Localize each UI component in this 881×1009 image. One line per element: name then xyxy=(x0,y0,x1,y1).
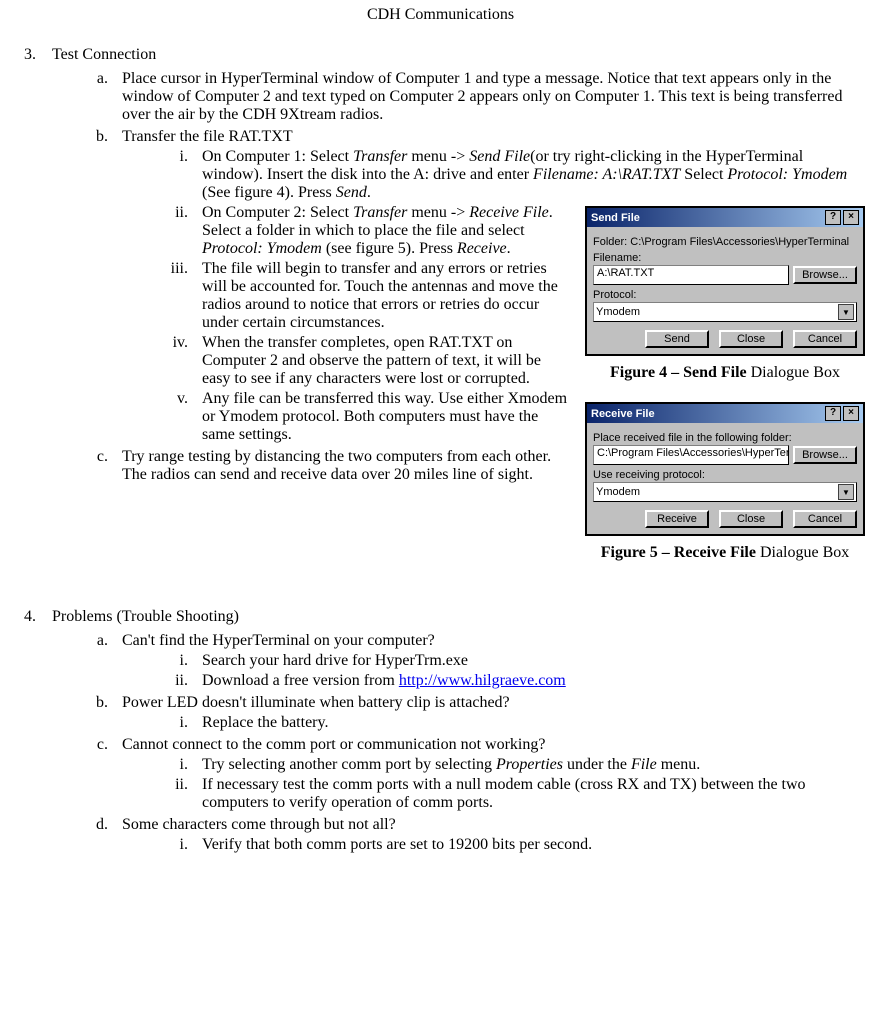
hilgraeve-link[interactable]: http://www.hilgraeve.com xyxy=(399,672,566,689)
t: Can't find the HyperTerminal on your com… xyxy=(122,632,435,649)
protocol-value: Ymodem xyxy=(596,486,640,498)
folder-input[interactable]: C:\Program Files\Accessories\HyperTermin… xyxy=(593,445,789,465)
figure-4: Send File ? × Folder: C:\Program Files\A… xyxy=(585,206,865,382)
chevron-down-icon[interactable]: ▼ xyxy=(838,484,854,500)
protocol-select[interactable]: Ymodem ▼ xyxy=(593,302,857,322)
t: Receive xyxy=(457,240,507,257)
item-4c-i: Try selecting another comm port by selec… xyxy=(192,756,865,774)
dialog-title: Receive File xyxy=(591,408,655,420)
item-3b: Transfer the file RAT.TXT On Computer 1:… xyxy=(112,128,865,444)
item-4b-i: Replace the battery. xyxy=(192,714,865,732)
t: Dialogue Box xyxy=(747,364,840,381)
item-3b-title: Transfer the file RAT.TXT xyxy=(122,128,293,145)
section-3-title: Test Connection xyxy=(52,46,156,63)
item-4c-sublist: Try selecting another comm port by selec… xyxy=(122,756,865,812)
protocol-label: Protocol: xyxy=(593,289,857,301)
t: menu. xyxy=(657,756,701,773)
t: menu -> xyxy=(407,204,469,221)
t: Send File xyxy=(469,148,530,165)
item-4a: Can't find the HyperTerminal on your com… xyxy=(112,632,865,690)
item-4b: Power LED doesn't illuminate when batter… xyxy=(112,694,865,732)
filename-label: Filename: xyxy=(593,252,857,264)
receive-button[interactable]: Receive xyxy=(645,510,709,528)
item-4a-i: Search your hard drive for HyperTrm.exe xyxy=(192,652,865,670)
dialog-body: Folder: C:\Program Files\Accessories\Hyp… xyxy=(587,227,863,354)
t: Receive File xyxy=(469,204,549,221)
chevron-down-icon[interactable]: ▼ xyxy=(838,304,854,320)
section-4-title: Problems (Trouble Shooting) xyxy=(52,608,239,625)
browse-button[interactable]: Browse... xyxy=(793,446,857,464)
t: Properties xyxy=(496,756,563,773)
t: On Computer 2: Select xyxy=(202,204,353,221)
t: Protocol: Ymodem xyxy=(202,240,322,257)
send-button[interactable]: Send xyxy=(645,330,709,348)
receive-file-dialog: Receive File ? × Place received file in … xyxy=(585,402,865,536)
t: Protocol: Ymodem xyxy=(727,166,847,183)
t: Transfer xyxy=(353,148,407,165)
close-dialog-button[interactable]: Close xyxy=(719,510,783,528)
help-button[interactable]: ? xyxy=(825,406,841,421)
t: (See figure 4). Press xyxy=(202,184,336,201)
dialog-body: Place received file in the following fol… xyxy=(587,423,863,534)
browse-button[interactable]: Browse... xyxy=(793,266,857,284)
t: Transfer xyxy=(353,204,407,221)
t: under the xyxy=(563,756,631,773)
dialog-titlebar: Send File ? × xyxy=(587,208,863,227)
item-3a: Place cursor in HyperTerminal window of … xyxy=(112,70,865,124)
t: (see figure 5). Press xyxy=(322,240,457,257)
t: Try selecting another comm port by selec… xyxy=(202,756,496,773)
dialog-title: Send File xyxy=(591,212,640,224)
item-4a-sublist: Search your hard drive for HyperTrm.exe … xyxy=(122,652,865,690)
item-4c-ii: If necessary test the comm ports with a … xyxy=(192,776,865,812)
send-file-dialog: Send File ? × Folder: C:\Program Files\A… xyxy=(585,206,865,356)
t: . xyxy=(367,184,371,201)
t: Some characters come through but not all… xyxy=(122,816,396,833)
t: Filename: A:\RAT.TXT xyxy=(533,166,680,183)
item-3b-sublist: On Computer 1: Select Transfer menu -> S… xyxy=(122,148,865,444)
item-4a-ii: Download a free version from http://www.… xyxy=(192,672,865,690)
item-3b-i: On Computer 1: Select Transfer menu -> S… xyxy=(192,148,865,202)
section-4: Problems (Trouble Shooting) Can't find t… xyxy=(40,608,865,854)
t: Power LED doesn't illuminate when batter… xyxy=(122,694,510,711)
section-4-sublist: Can't find the HyperTerminal on your com… xyxy=(52,632,865,854)
t: Dialogue Box xyxy=(756,544,849,561)
t: Cannot connect to the comm port or commu… xyxy=(122,736,545,753)
protocol-label: Use receiving protocol: xyxy=(593,469,857,481)
t: Figure 5 – Receive File xyxy=(601,544,756,561)
item-4b-sublist: Replace the battery. xyxy=(122,714,865,732)
t: On Computer 1: Select xyxy=(202,148,353,165)
folder-label: Place received file in the following fol… xyxy=(593,432,857,444)
figure-5-caption: Figure 5 – Receive File Dialogue Box xyxy=(585,544,865,562)
t: menu -> xyxy=(407,148,469,165)
figure-4-caption: Figure 4 – Send File Dialogue Box xyxy=(585,364,865,382)
t: . xyxy=(507,240,511,257)
help-button[interactable]: ? xyxy=(825,210,841,225)
section-3: Test Connection Place cursor in HyperTer… xyxy=(40,46,865,590)
figure-5: Receive File ? × Place received file in … xyxy=(585,402,865,562)
filename-input[interactable]: A:\RAT.TXT xyxy=(593,265,789,285)
item-3b-ii: Send File ? × Folder: C:\Program Files\A… xyxy=(192,204,865,258)
dialog-titlebar: Receive File ? × xyxy=(587,404,863,423)
t: Figure 4 – Send File xyxy=(610,364,747,381)
item-4d-sublist: Verify that both comm ports are set to 1… xyxy=(122,836,865,854)
t: Select xyxy=(680,166,727,183)
protocol-select[interactable]: Ymodem ▼ xyxy=(593,482,857,502)
folder-label: Folder: C:\Program Files\Accessories\Hyp… xyxy=(593,236,857,248)
close-button[interactable]: × xyxy=(843,210,859,225)
item-4c: Cannot connect to the comm port or commu… xyxy=(112,736,865,812)
item-4d-i: Verify that both comm ports are set to 1… xyxy=(192,836,865,854)
cancel-button[interactable]: Cancel xyxy=(793,510,857,528)
page-title: CDH Communications xyxy=(16,6,865,24)
item-4d: Some characters come through but not all… xyxy=(112,816,865,854)
close-dialog-button[interactable]: Close xyxy=(719,330,783,348)
section-3-sublist: Place cursor in HyperTerminal window of … xyxy=(52,70,865,484)
t: Send xyxy=(336,184,367,201)
figures-column: Send File ? × Folder: C:\Program Files\A… xyxy=(585,206,865,582)
main-list: Test Connection Place cursor in HyperTer… xyxy=(16,46,865,854)
close-button[interactable]: × xyxy=(843,406,859,421)
protocol-value: Ymodem xyxy=(596,306,640,318)
t: Download a free version from xyxy=(202,672,399,689)
cancel-button[interactable]: Cancel xyxy=(793,330,857,348)
t: File xyxy=(631,756,657,773)
